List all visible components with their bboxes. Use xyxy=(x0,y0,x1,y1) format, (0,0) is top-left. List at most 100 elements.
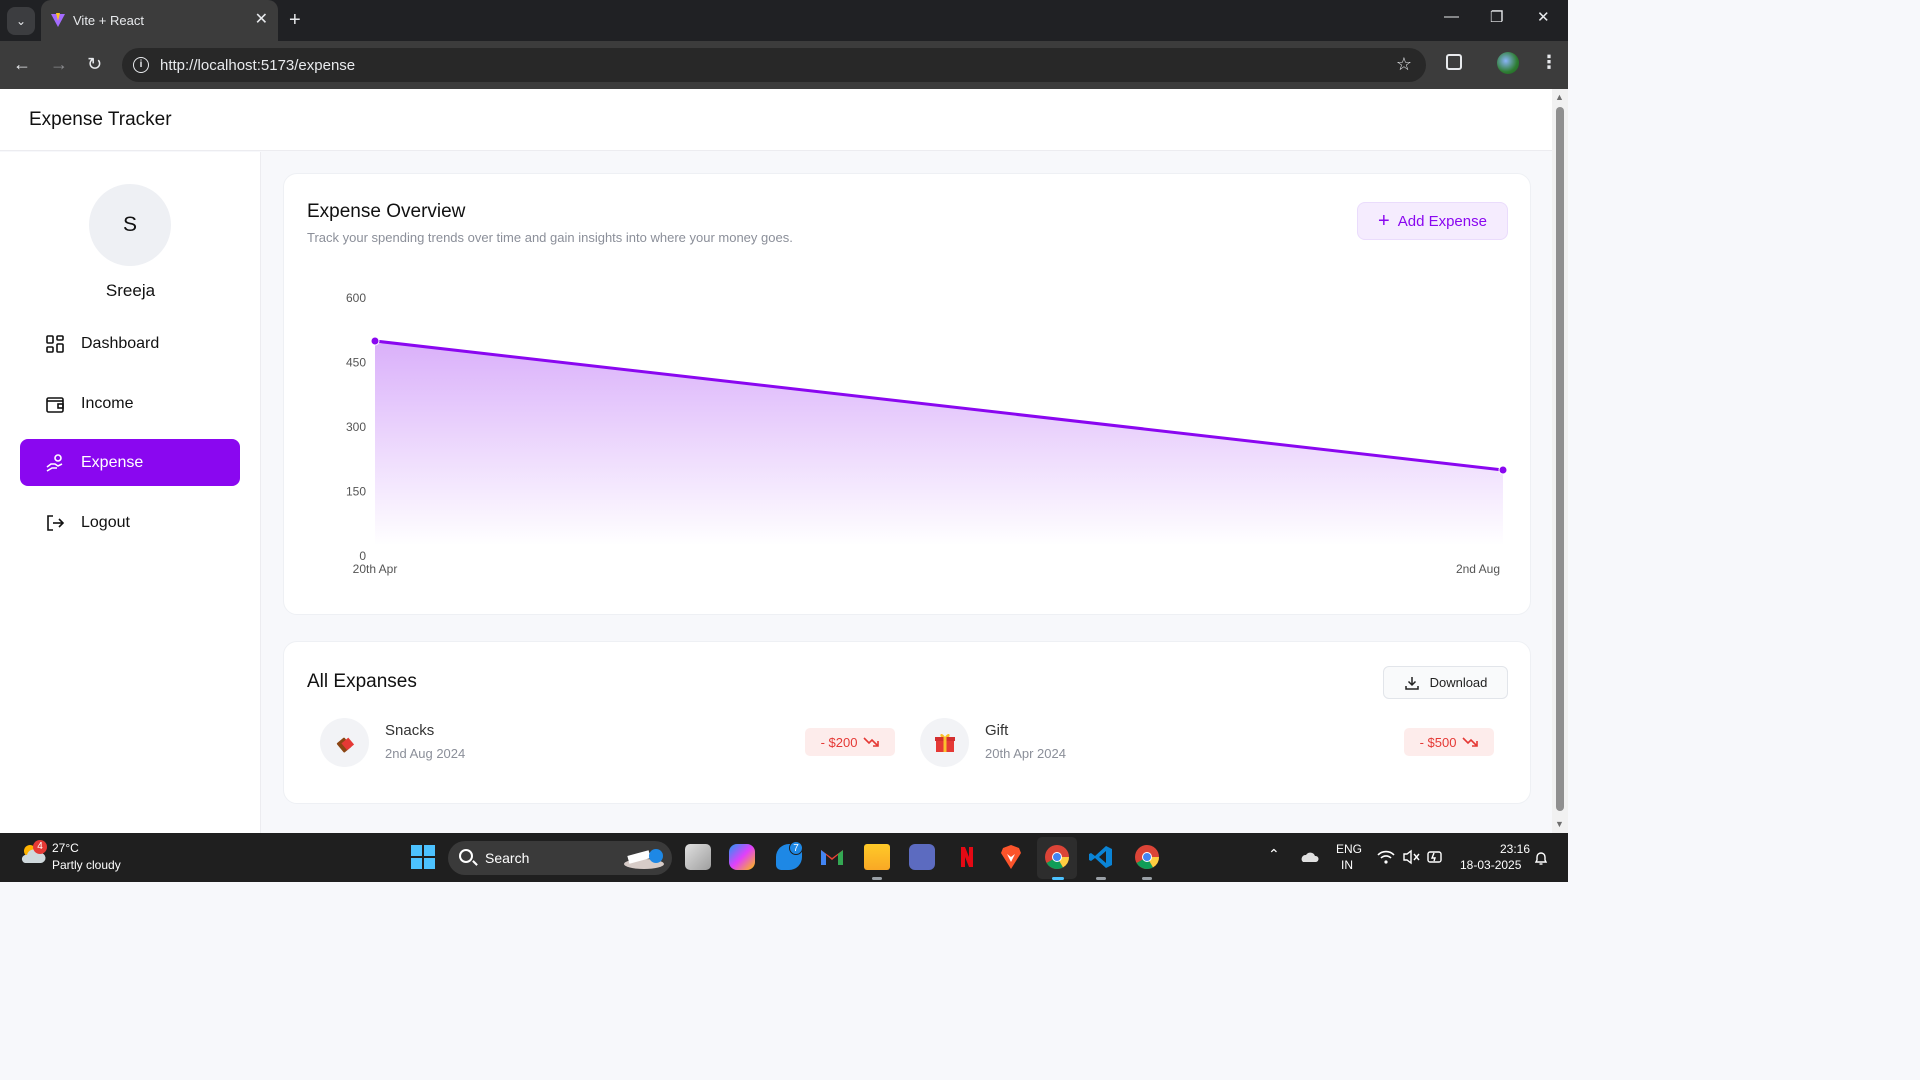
app-title: Expense Tracker xyxy=(29,109,172,130)
active-indicator xyxy=(1052,877,1064,880)
x-tick-label: 20th Apr xyxy=(353,562,398,576)
task-view-icon[interactable] xyxy=(685,844,711,870)
expense-date: 2nd Aug 2024 xyxy=(385,746,466,761)
chocolate-icon xyxy=(320,718,369,767)
logout-icon xyxy=(45,513,65,533)
browser-tab-bar: ⌄ Vite + React ✕ + — ❐ ✕ xyxy=(0,0,1568,41)
scroll-down-icon[interactable]: ▼ xyxy=(1555,819,1564,829)
hand-coins-icon xyxy=(45,453,65,473)
y-tick-label: 450 xyxy=(346,356,366,370)
y-tick-label: 300 xyxy=(346,420,366,434)
avatar: S xyxy=(89,184,171,266)
sidebar-item-label: Dashboard xyxy=(81,334,160,352)
expense-name: Gift xyxy=(985,722,1009,739)
expense-date: 20th Apr 2024 xyxy=(985,746,1066,761)
download-label: Download xyxy=(1429,675,1488,690)
onedrive-icon[interactable] xyxy=(1299,850,1319,863)
taskbar: 4 27°C Partly cloudy Search 7 ⌃ ENG IN 2… xyxy=(0,833,1568,882)
download-button[interactable]: Download xyxy=(1383,666,1508,699)
extensions-icon[interactable] xyxy=(1446,54,1462,70)
search-icon xyxy=(459,849,473,863)
taskbar-search[interactable]: Search xyxy=(448,841,672,875)
restore-icon[interactable]: ❐ xyxy=(1490,8,1503,26)
app-header: Expense Tracker xyxy=(0,89,1552,151)
browser-menu-icon[interactable]: ⋮ xyxy=(1540,52,1558,72)
clock-date[interactable]: 18-03-2025 xyxy=(1460,858,1521,872)
notification-bell-icon[interactable] xyxy=(1533,850,1549,866)
back-icon[interactable]: ← xyxy=(13,53,31,75)
new-tab-icon[interactable]: + xyxy=(289,9,301,31)
all-expenses-card: All Expanses Download Snacks 2nd Aug 202… xyxy=(283,641,1531,804)
trend-down-icon xyxy=(1462,737,1479,747)
language-top[interactable]: ENG xyxy=(1336,842,1362,856)
temperature[interactable]: 27°C xyxy=(52,841,79,855)
url-text[interactable]: http://localhost:5173/expense xyxy=(160,57,355,74)
window-close-icon[interactable]: ✕ xyxy=(1537,8,1550,26)
tab-close-icon[interactable]: ✕ xyxy=(255,10,268,30)
browser-tab[interactable]: Vite + React ✕ xyxy=(41,0,278,41)
expense-item[interactable]: Gift 20th Apr 2024 - $500 xyxy=(920,716,1496,768)
search-highlight-icon xyxy=(624,849,664,869)
trend-down-icon xyxy=(863,737,880,747)
reload-icon[interactable]: ↻ xyxy=(87,53,102,75)
y-tick-label: 150 xyxy=(346,485,366,499)
language-bottom[interactable]: IN xyxy=(1341,858,1353,872)
sidebar-item-expense[interactable]: Expense xyxy=(20,439,240,486)
sidebar-item-logout[interactable]: Logout xyxy=(20,499,240,546)
expense-line-chart: 0 150 300 450 600 20th Apr 2nd Aug xyxy=(346,291,1508,576)
vite-favicon-icon xyxy=(51,13,65,27)
forward-icon[interactable]: → xyxy=(50,53,68,75)
sidebar-item-label: Income xyxy=(81,394,134,412)
expense-amount-badge: - $500 xyxy=(1404,728,1494,756)
sidebar: S Sreeja Dashboard Income Expense Logout xyxy=(0,152,261,833)
weather-condition[interactable]: Partly cloudy xyxy=(52,858,121,872)
bookmark-star-icon[interactable]: ☆ xyxy=(1396,54,1412,75)
wifi-icon[interactable] xyxy=(1377,850,1395,864)
sidebar-item-label: Expense xyxy=(81,453,144,471)
data-point xyxy=(1498,465,1508,475)
expense-item[interactable]: Snacks 2nd Aug 2024 - $200 xyxy=(320,716,896,768)
sidebar-item-income[interactable]: Income xyxy=(20,380,240,427)
copilot-icon[interactable] xyxy=(729,844,755,870)
battery-charging-icon[interactable] xyxy=(1426,848,1444,865)
expense-amount-badge: - $200 xyxy=(805,728,895,756)
vscode-icon[interactable] xyxy=(1088,844,1114,870)
running-indicator xyxy=(872,877,882,880)
user-name: Sreeja xyxy=(105,281,156,300)
running-indicator xyxy=(1096,877,1106,880)
sidebar-item-dashboard[interactable]: Dashboard xyxy=(20,320,240,367)
clock-time[interactable]: 23:16 xyxy=(1490,842,1530,856)
scroll-thumb[interactable] xyxy=(1556,107,1564,811)
expense-amount: - $500 xyxy=(1419,734,1457,750)
expense-overview-card: Expense Overview Track your spending tre… xyxy=(283,173,1531,615)
windows-start-icon[interactable] xyxy=(411,845,435,869)
minimize-icon[interactable]: — xyxy=(1444,8,1459,25)
brave-icon[interactable] xyxy=(998,844,1024,870)
dashboard-icon xyxy=(45,334,65,354)
expense-amount: - $200 xyxy=(820,734,858,750)
gift-icon xyxy=(920,718,969,767)
browser-toolbar: ← → ↻ i http://localhost:5173/expense ☆ … xyxy=(0,41,1568,89)
teams-icon[interactable] xyxy=(909,844,935,870)
scroll-up-icon[interactable]: ▲ xyxy=(1555,92,1564,102)
running-indicator xyxy=(1142,877,1152,880)
gmail-icon[interactable] xyxy=(819,844,845,870)
todo-badge: 7 xyxy=(789,841,803,855)
page: Expense Tracker S Sreeja Dashboard Incom… xyxy=(0,89,1552,833)
chrome-icon[interactable] xyxy=(1044,844,1070,870)
tab-search-button[interactable]: ⌄ xyxy=(7,7,35,35)
file-explorer-icon[interactable] xyxy=(864,844,890,870)
chrome-profile-icon[interactable] xyxy=(1134,844,1160,870)
chevron-up-icon[interactable]: ⌃ xyxy=(1268,846,1280,863)
volume-muted-icon[interactable] xyxy=(1402,849,1420,865)
y-tick-label: 600 xyxy=(346,291,366,305)
site-info-icon[interactable]: i xyxy=(133,57,149,73)
profile-avatar-icon[interactable] xyxy=(1497,52,1519,74)
y-tick-label: 0 xyxy=(359,549,366,563)
expense-name: Snacks xyxy=(385,722,435,739)
netflix-icon[interactable] xyxy=(954,844,980,870)
weather-badge: 4 xyxy=(33,840,47,854)
wallet-icon xyxy=(45,394,65,414)
page-scrollbar[interactable]: ▲ ▼ xyxy=(1552,89,1568,833)
address-bar[interactable]: i http://localhost:5173/expense ☆ xyxy=(122,48,1426,82)
